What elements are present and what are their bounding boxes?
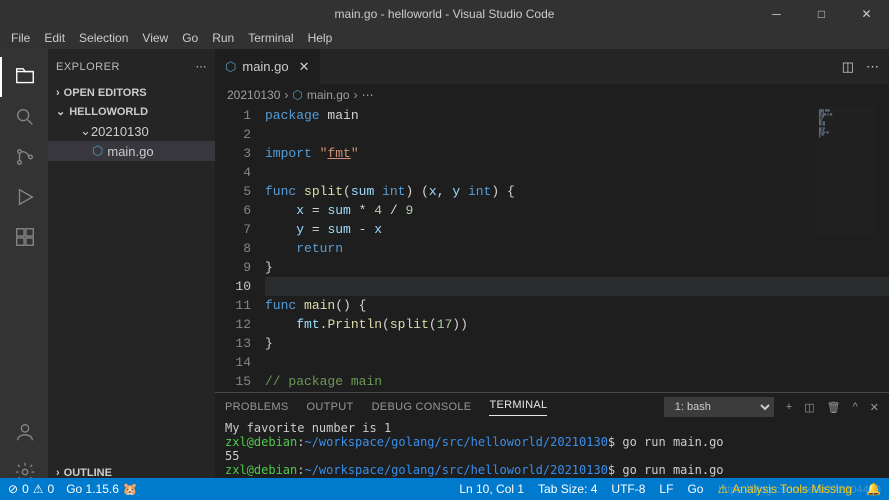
extensions-icon[interactable]: [0, 217, 48, 257]
menu-edit[interactable]: Edit: [37, 29, 72, 47]
more-actions-icon[interactable]: ⋯: [866, 59, 879, 75]
tab-main-go[interactable]: ⬡ main.go ✕: [215, 49, 321, 84]
new-terminal-icon[interactable]: +: [786, 401, 792, 413]
split-terminal-icon[interactable]: ◫: [804, 401, 814, 414]
chevron-down-icon: ⌄: [56, 105, 65, 118]
go-version-status[interactable]: Go 1.15.6 🐹: [66, 482, 138, 496]
menu-view[interactable]: View: [135, 29, 175, 47]
split-editor-icon[interactable]: ◫: [842, 59, 854, 75]
minimize-button[interactable]: ─: [754, 0, 799, 27]
search-icon[interactable]: [0, 97, 48, 137]
errors-status[interactable]: ⊘ 0 ⚠ 0: [8, 482, 54, 496]
language-mode[interactable]: Go: [687, 482, 703, 496]
run-debug-icon[interactable]: [0, 177, 48, 217]
terminal-select[interactable]: 1: bash: [664, 397, 774, 417]
project-section[interactable]: ⌄HELLOWORLD: [48, 102, 215, 121]
menu-help[interactable]: Help: [301, 29, 340, 47]
panel-tab-terminal[interactable]: TERMINAL: [489, 399, 547, 416]
panel-tab-debug[interactable]: DEBUG CONSOLE: [372, 401, 472, 413]
chevron-down-icon: ⌄: [80, 123, 91, 139]
explorer-icon[interactable]: [0, 57, 48, 97]
maximize-button[interactable]: □: [799, 0, 844, 27]
eol[interactable]: LF: [659, 482, 673, 496]
folder-item[interactable]: ⌄20210130: [48, 121, 215, 141]
menubar: File Edit Selection View Go Run Terminal…: [0, 27, 889, 49]
tab-size[interactable]: Tab Size: 4: [538, 482, 597, 496]
maximize-panel-icon[interactable]: ^: [853, 401, 858, 413]
line-gutter: 123456789101112131415161718192021: [215, 106, 265, 392]
explorer-title: EXPLORER: [56, 61, 120, 73]
window-title: main.go - helloworld - Visual Studio Cod…: [335, 7, 555, 21]
file-item-main-go[interactable]: ⬡main.go: [48, 141, 215, 161]
go-file-icon: ⬡: [292, 88, 302, 102]
menu-run[interactable]: Run: [205, 29, 241, 47]
go-file-icon: ⬡: [225, 59, 236, 75]
encoding[interactable]: UTF-8: [611, 482, 645, 496]
menu-terminal[interactable]: Terminal: [241, 29, 300, 47]
panel-tab-output[interactable]: OUTPUT: [307, 401, 354, 413]
sidebar: EXPLORER ⋯ ›OPEN EDITORS ⌄HELLOWORLD ⌄20…: [48, 49, 215, 500]
accounts-icon[interactable]: [0, 412, 48, 452]
tabs-bar: ⬡ main.go ✕ ◫ ⋯: [215, 49, 889, 84]
close-icon[interactable]: ✕: [299, 59, 310, 75]
menu-file[interactable]: File: [4, 29, 37, 47]
cursor-position[interactable]: Ln 10, Col 1: [459, 482, 524, 496]
panel-tab-problems[interactable]: PROBLEMS: [225, 401, 289, 413]
more-icon[interactable]: ⋯: [196, 60, 208, 73]
titlebar: main.go - helloworld - Visual Studio Cod…: [0, 0, 889, 27]
menu-selection[interactable]: Selection: [72, 29, 135, 47]
panel-tabs: PROBLEMS OUTPUT DEBUG CONSOLE TERMINAL 1…: [215, 393, 889, 421]
breadcrumb[interactable]: 20210130 › ⬡ main.go › ⋯: [215, 84, 889, 106]
watermark: https://blog.csdn.net/a772304419: [718, 484, 881, 496]
editor-area: ⬡ main.go ✕ ◫ ⋯ 20210130 › ⬡ main.go › ⋯…: [215, 49, 889, 500]
chevron-right-icon: ›: [56, 87, 60, 99]
tab-label: main.go: [242, 59, 288, 74]
code-content[interactable]: package main import "fmt" func split(sum…: [265, 106, 889, 392]
tab-actions: ◫ ⋯: [832, 59, 889, 75]
open-editors-section[interactable]: ›OPEN EDITORS: [48, 84, 215, 102]
source-control-icon[interactable]: [0, 137, 48, 177]
minimap[interactable]: ████ ██████ ███ ███ █ ███ ███ █████ ████…: [815, 106, 875, 236]
go-file-icon: ⬡: [92, 143, 103, 159]
sidebar-header: EXPLORER ⋯: [48, 49, 215, 84]
close-button[interactable]: ✕: [844, 0, 889, 27]
menu-go[interactable]: Go: [175, 29, 205, 47]
kill-terminal-icon[interactable]: 🗑: [827, 401, 841, 414]
window-controls: ─ □ ✕: [754, 0, 889, 27]
activity-bar: [0, 49, 48, 500]
code-editor[interactable]: 123456789101112131415161718192021 packag…: [215, 106, 889, 392]
close-panel-icon[interactable]: ✕: [870, 401, 879, 414]
